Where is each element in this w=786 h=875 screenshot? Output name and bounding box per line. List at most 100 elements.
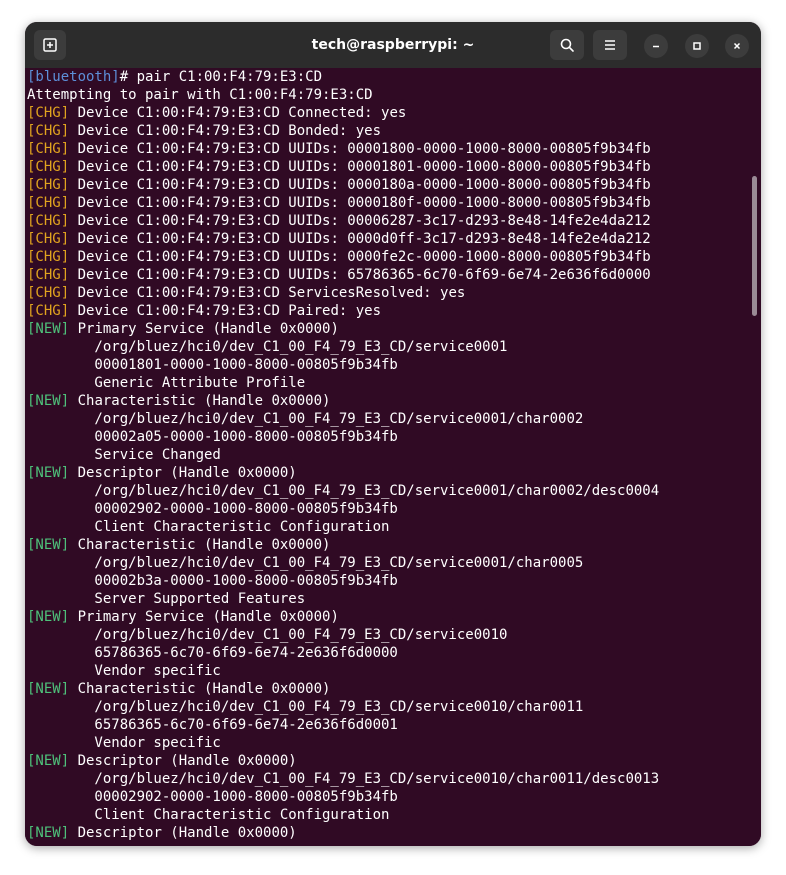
line-text: Primary Service (Handle 0x0000): [69, 321, 339, 337]
line-text: /org/bluez/hci0/dev_C1_00_F4_79_E3_CD/se…: [27, 339, 508, 355]
terminal-line: [CHG] Device C1:00:F4:79:E3:CD UUIDs: 00…: [27, 230, 659, 248]
line-text: # pair C1:00:F4:79:E3:CD: [119, 69, 323, 85]
line-tag-new: [NEW]: [27, 537, 70, 553]
line-tag-chg: [CHG]: [27, 267, 70, 283]
terminal-line: [bluetooth]# pair C1:00:F4:79:E3:CD: [27, 68, 659, 86]
minimize-button[interactable]: [644, 34, 668, 58]
header-bar: tech@raspberrypi: ~: [25, 22, 761, 68]
terminal-line: Attempting to pair with C1:00:F4:79:E3:C…: [27, 86, 659, 104]
terminal-line: [CHG] Device C1:00:F4:79:E3:CD UUIDs: 00…: [27, 176, 659, 194]
line-text: Generic Attribute Profile: [27, 375, 306, 391]
line-tag-chg: [CHG]: [27, 249, 70, 265]
line-text: Device C1:00:F4:79:E3:CD UUIDs: 00001800…: [69, 141, 651, 157]
terminal-line: 00002a05-0000-1000-8000-00805f9b34fb: [27, 428, 659, 446]
line-tag-chg: [CHG]: [27, 105, 70, 121]
terminal-line: /org/bluez/hci0/dev_C1_00_F4_79_E3_CD/se…: [27, 554, 659, 572]
terminal-line: /org/bluez/hci0/dev_C1_00_F4_79_E3_CD/se…: [27, 410, 659, 428]
terminal-line: [CHG] Device C1:00:F4:79:E3:CD Paired: y…: [27, 302, 659, 320]
line-text: 00002b3a-0000-1000-8000-00805f9b34fb: [27, 573, 398, 589]
hamburger-menu-icon: [605, 40, 615, 50]
line-text: Vendor specific: [27, 663, 221, 679]
line-tag-chg: [CHG]: [27, 285, 70, 301]
line-text: Characteristic (Handle 0x0000): [69, 537, 331, 553]
terminal-window: tech@raspberrypi: ~ [bluetooth]# pair C1…: [25, 22, 761, 846]
line-text: /org/bluez/hci0/dev_C1_00_F4_79_E3_CD/se…: [27, 771, 660, 787]
line-text: Device C1:00:F4:79:E3:CD ServicesResolve…: [69, 285, 466, 301]
terminal-line: 00002902-0000-1000-8000-00805f9b34fb: [27, 500, 659, 518]
terminal-line: 00002902-0000-1000-8000-00805f9b34fb: [27, 788, 659, 806]
line-text: Server Supported Features: [27, 591, 306, 607]
terminal-line: [CHG] Device C1:00:F4:79:E3:CD UUIDs: 00…: [27, 140, 659, 158]
terminal-line: [CHG] Device C1:00:F4:79:E3:CD Bonded: y…: [27, 122, 659, 140]
terminal-line: 65786365-6c70-6f69-6e74-2e636f6d0001: [27, 716, 659, 734]
line-tag-new: [NEW]: [27, 321, 70, 337]
line-text: /org/bluez/hci0/dev_C1_00_F4_79_E3_CD/se…: [27, 555, 584, 571]
line-text: Client Characteristic Configuration: [27, 807, 390, 823]
line-text: /org/bluez/hci0/dev_C1_00_F4_79_E3_CD/se…: [27, 699, 584, 715]
line-tag-chg: [CHG]: [27, 213, 70, 229]
terminal-line: Client Characteristic Configuration: [27, 806, 659, 824]
terminal-line: [CHG] Device C1:00:F4:79:E3:CD UUIDs: 00…: [27, 158, 659, 176]
line-text: 00002902-0000-1000-8000-00805f9b34fb: [27, 789, 398, 805]
line-text: Client Characteristic Configuration: [27, 519, 390, 535]
line-text: 65786365-6c70-6f69-6e74-2e636f6d0001: [27, 717, 398, 733]
maximize-icon: [693, 42, 701, 50]
terminal-line: [NEW] Descriptor (Handle 0x0000): [27, 752, 659, 770]
line-text: Device C1:00:F4:79:E3:CD Paired: yes: [69, 303, 382, 319]
minimize-icon: [653, 45, 659, 48]
terminal-line: Vendor specific: [27, 734, 659, 752]
line-tag-chg: [CHG]: [27, 195, 70, 211]
terminal-line: [CHG] Device C1:00:F4:79:E3:CD ServicesR…: [27, 284, 659, 302]
close-icon: [733, 42, 741, 50]
terminal-line: [CHG] Device C1:00:F4:79:E3:CD UUIDs: 00…: [27, 194, 659, 212]
terminal-line: Service Changed: [27, 446, 659, 464]
line-tag-chg: [CHG]: [27, 141, 70, 157]
terminal-line: 00002b3a-0000-1000-8000-00805f9b34fb: [27, 572, 659, 590]
terminal-line: /org/bluez/hci0/dev_C1_00_F4_79_E3_CD/se…: [27, 770, 659, 788]
line-tag-chg: [CHG]: [27, 159, 70, 175]
terminal-line: [NEW] Descriptor (Handle 0x0000): [27, 824, 659, 842]
terminal-line: /org/bluez/hci0/dev_C1_00_F4_79_E3_CD/se…: [27, 482, 659, 500]
line-tag-new: [NEW]: [27, 609, 70, 625]
terminal-line: [NEW] Descriptor (Handle 0x0000): [27, 464, 659, 482]
line-text: Device C1:00:F4:79:E3:CD UUIDs: 00006287…: [69, 213, 651, 229]
scrollbar-thumb[interactable]: [752, 176, 757, 316]
line-tag-prompt: [bluetooth]: [27, 69, 120, 85]
line-text: 00002902-0000-1000-8000-00805f9b34fb: [27, 501, 398, 517]
terminal-line: /org/bluez/hci0/dev_C1_00_F4_79_E3_CD/se…: [27, 626, 659, 644]
line-text: /org/bluez/hci0/dev_C1_00_F4_79_E3_CD/se…: [27, 411, 584, 427]
terminal-line: Server Supported Features: [27, 590, 659, 608]
terminal-line: [NEW] Characteristic (Handle 0x0000): [27, 536, 659, 554]
search-icon: [560, 38, 574, 52]
line-text: Device C1:00:F4:79:E3:CD UUIDs: 0000180a…: [69, 177, 651, 193]
terminal-line: [NEW] Primary Service (Handle 0x0000): [27, 320, 659, 338]
terminal-line: 00001801-0000-1000-8000-00805f9b34fb: [27, 356, 659, 374]
line-text: Device C1:00:F4:79:E3:CD UUIDs: 0000180f…: [69, 195, 651, 211]
terminal-line: [CHG] Device C1:00:F4:79:E3:CD UUIDs: 00…: [27, 248, 659, 266]
terminal-line: Generic Attribute Profile: [27, 374, 659, 392]
line-tag-new: [NEW]: [27, 753, 70, 769]
line-text: 00002a05-0000-1000-8000-00805f9b34fb: [27, 429, 398, 445]
terminal-line: [CHG] Device C1:00:F4:79:E3:CD UUIDs: 00…: [27, 212, 659, 230]
line-tag-chg: [CHG]: [27, 231, 70, 247]
line-text: Vendor specific: [27, 735, 221, 751]
search-button[interactable]: [550, 30, 584, 60]
line-tag-chg: [CHG]: [27, 177, 70, 193]
line-tag-chg: [CHG]: [27, 303, 70, 319]
new-tab-button[interactable]: [34, 30, 66, 60]
maximize-button[interactable]: [685, 34, 709, 58]
line-text: Device C1:00:F4:79:E3:CD UUIDs: 0000d0ff…: [69, 231, 651, 247]
terminal-line: Client Characteristic Configuration: [27, 518, 659, 536]
menu-button[interactable]: [593, 30, 627, 60]
terminal-output[interactable]: [bluetooth]# pair C1:00:F4:79:E3:CD Attem…: [25, 68, 761, 846]
line-text: /org/bluez/hci0/dev_C1_00_F4_79_E3_CD/se…: [27, 483, 660, 499]
line-tag-chg: [CHG]: [27, 123, 70, 139]
line-tag-new: [NEW]: [27, 393, 70, 409]
terminal-lines: [bluetooth]# pair C1:00:F4:79:E3:CD Attem…: [27, 68, 659, 842]
line-text: Device C1:00:F4:79:E3:CD UUIDs: 0000fe2c…: [69, 249, 651, 265]
close-button[interactable]: [725, 34, 749, 58]
terminal-line: [CHG] Device C1:00:F4:79:E3:CD Connected…: [27, 104, 659, 122]
terminal-line: [NEW] Primary Service (Handle 0x0000): [27, 608, 659, 626]
terminal-line: [CHG] Device C1:00:F4:79:E3:CD UUIDs: 65…: [27, 266, 659, 284]
line-text: Attempting to pair with C1:00:F4:79:E3:C…: [27, 87, 373, 103]
